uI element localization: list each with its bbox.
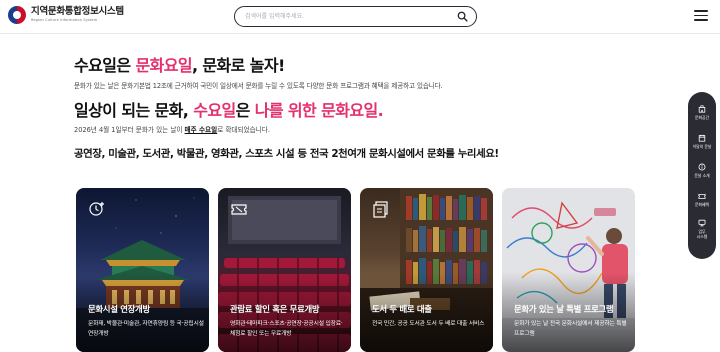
monitor-icon [698,219,706,226]
search-icon[interactable] [457,11,468,22]
logo-title: 지역문화통합정보시스템 [31,6,124,18]
card-title: 도서 두 배로 대출 [372,304,432,314]
card-double-books[interactable]: 도서 두 배로 대출 전국 민간, 공공 도서관 도서 두 배로 대출 서비스 [360,188,493,352]
card-discount-admission[interactable]: 관람료 할인 혹은 무료개방 영화관·테마파크·스포츠·공연장·공공시설 입장료… [218,188,351,352]
card-description: 영화관·테마파크·스포츠·공연장·공공시설 입장료·체험료 할인 또는 무료개방 [230,321,343,337]
main-content: 수요일은 문화요일, 문화로 놀자! 문화가 있는 날은 문화기본법 12조에 … [74,56,634,161]
calendar-icon [698,134,706,142]
card-description: 문화재, 박물관·미술관, 자연휴양림 등 국·공립시설 연장개방 [88,321,204,337]
building-icon [698,105,706,113]
quick-menu-label: 문화공간 [695,115,709,120]
ticket-icon [698,194,706,199]
quick-menu-monthly[interactable]: 이달의 문날 [688,127,716,156]
every-wednesday-link[interactable]: 매주 수요일 [185,126,218,134]
ticket-icon [231,204,247,215]
card-special-programs[interactable]: 문화가 있는 날 특별 프로그램 문화가 있는 날 전국 문화시설에서 제공하는… [502,188,635,352]
card-description: 문화가 있는 날 전국 문화시설에서 제공하는 특별 프로그램 [514,321,627,337]
hamburger-menu-icon[interactable] [694,10,708,21]
quick-menu-intro[interactable]: 문날 소개 [688,156,716,185]
card-title: 관람료 할인 혹은 무료개방 [230,304,320,314]
quick-menu-label: 문화혜택 [695,202,709,207]
intro-description: 문화가 있는 날은 문화기본법 12조에 근거하여 국민이 일상에서 문화를 누… [74,82,443,90]
card-title: 문화시설 연장개방 [88,304,150,314]
search-input[interactable] [245,9,445,23]
search-bar[interactable] [234,6,477,27]
card-description: 전국 민간, 공공 도서관 도서 두 배로 대출 서비스 [372,321,485,327]
quick-menu: 문화공간 이달의 문날 문날 소개 문화혜택 업무 시스템 [688,92,716,259]
benefit-cards: 문화시설 연장개방 문화재, 박물관·미술관, 자연휴양림 등 국·공립시설 연… [76,188,636,352]
facilities-headline: 공연장, 미술관, 도서관, 박물관, 영화관, 스포츠 시설 등 전국 2천여… [74,148,499,160]
quick-menu-benefits[interactable]: 문화혜택 [688,185,716,214]
schedule-notice: 2026년 4월 1일부터 문화가 있는 날이 매주 수요일로 확대되었습니다. [74,126,270,134]
headline-highlight: 문화요일 [135,56,192,75]
quick-menu-label: 문날 소개 [694,173,710,178]
main-headline: 수요일은 문화요일, 문화로 놀자! [74,56,285,75]
info-icon [698,163,706,171]
quick-menu-label: 이달의 문날 [692,144,712,149]
book-icon [373,201,388,218]
site-header: 지역문화통합정보시스템 Region Culture Information S… [0,0,720,34]
quick-menu-label-line2: 시스템 [696,233,708,239]
clock-plus-icon [89,202,104,216]
quick-menu-culture-space[interactable]: 문화공간 [688,98,716,127]
card-title: 문화가 있는 날 특별 프로그램 [514,304,614,314]
sub-headline: 일상이 되는 문화, 수요일은 나를 위한 문화요일. [74,101,384,120]
quick-menu-work-system[interactable]: 업무 시스템 [688,214,716,243]
logo-subtitle: Region Culture Information System [31,17,98,22]
card-extended-opening[interactable]: 문화시설 연장개방 문화재, 박물관·미술관, 자연휴양림 등 국·공립시설 연… [76,188,209,352]
taegeuk-emblem-icon [8,6,26,24]
site-logo[interactable]: 지역문화통합정보시스템 Region Culture Information S… [8,6,124,24]
